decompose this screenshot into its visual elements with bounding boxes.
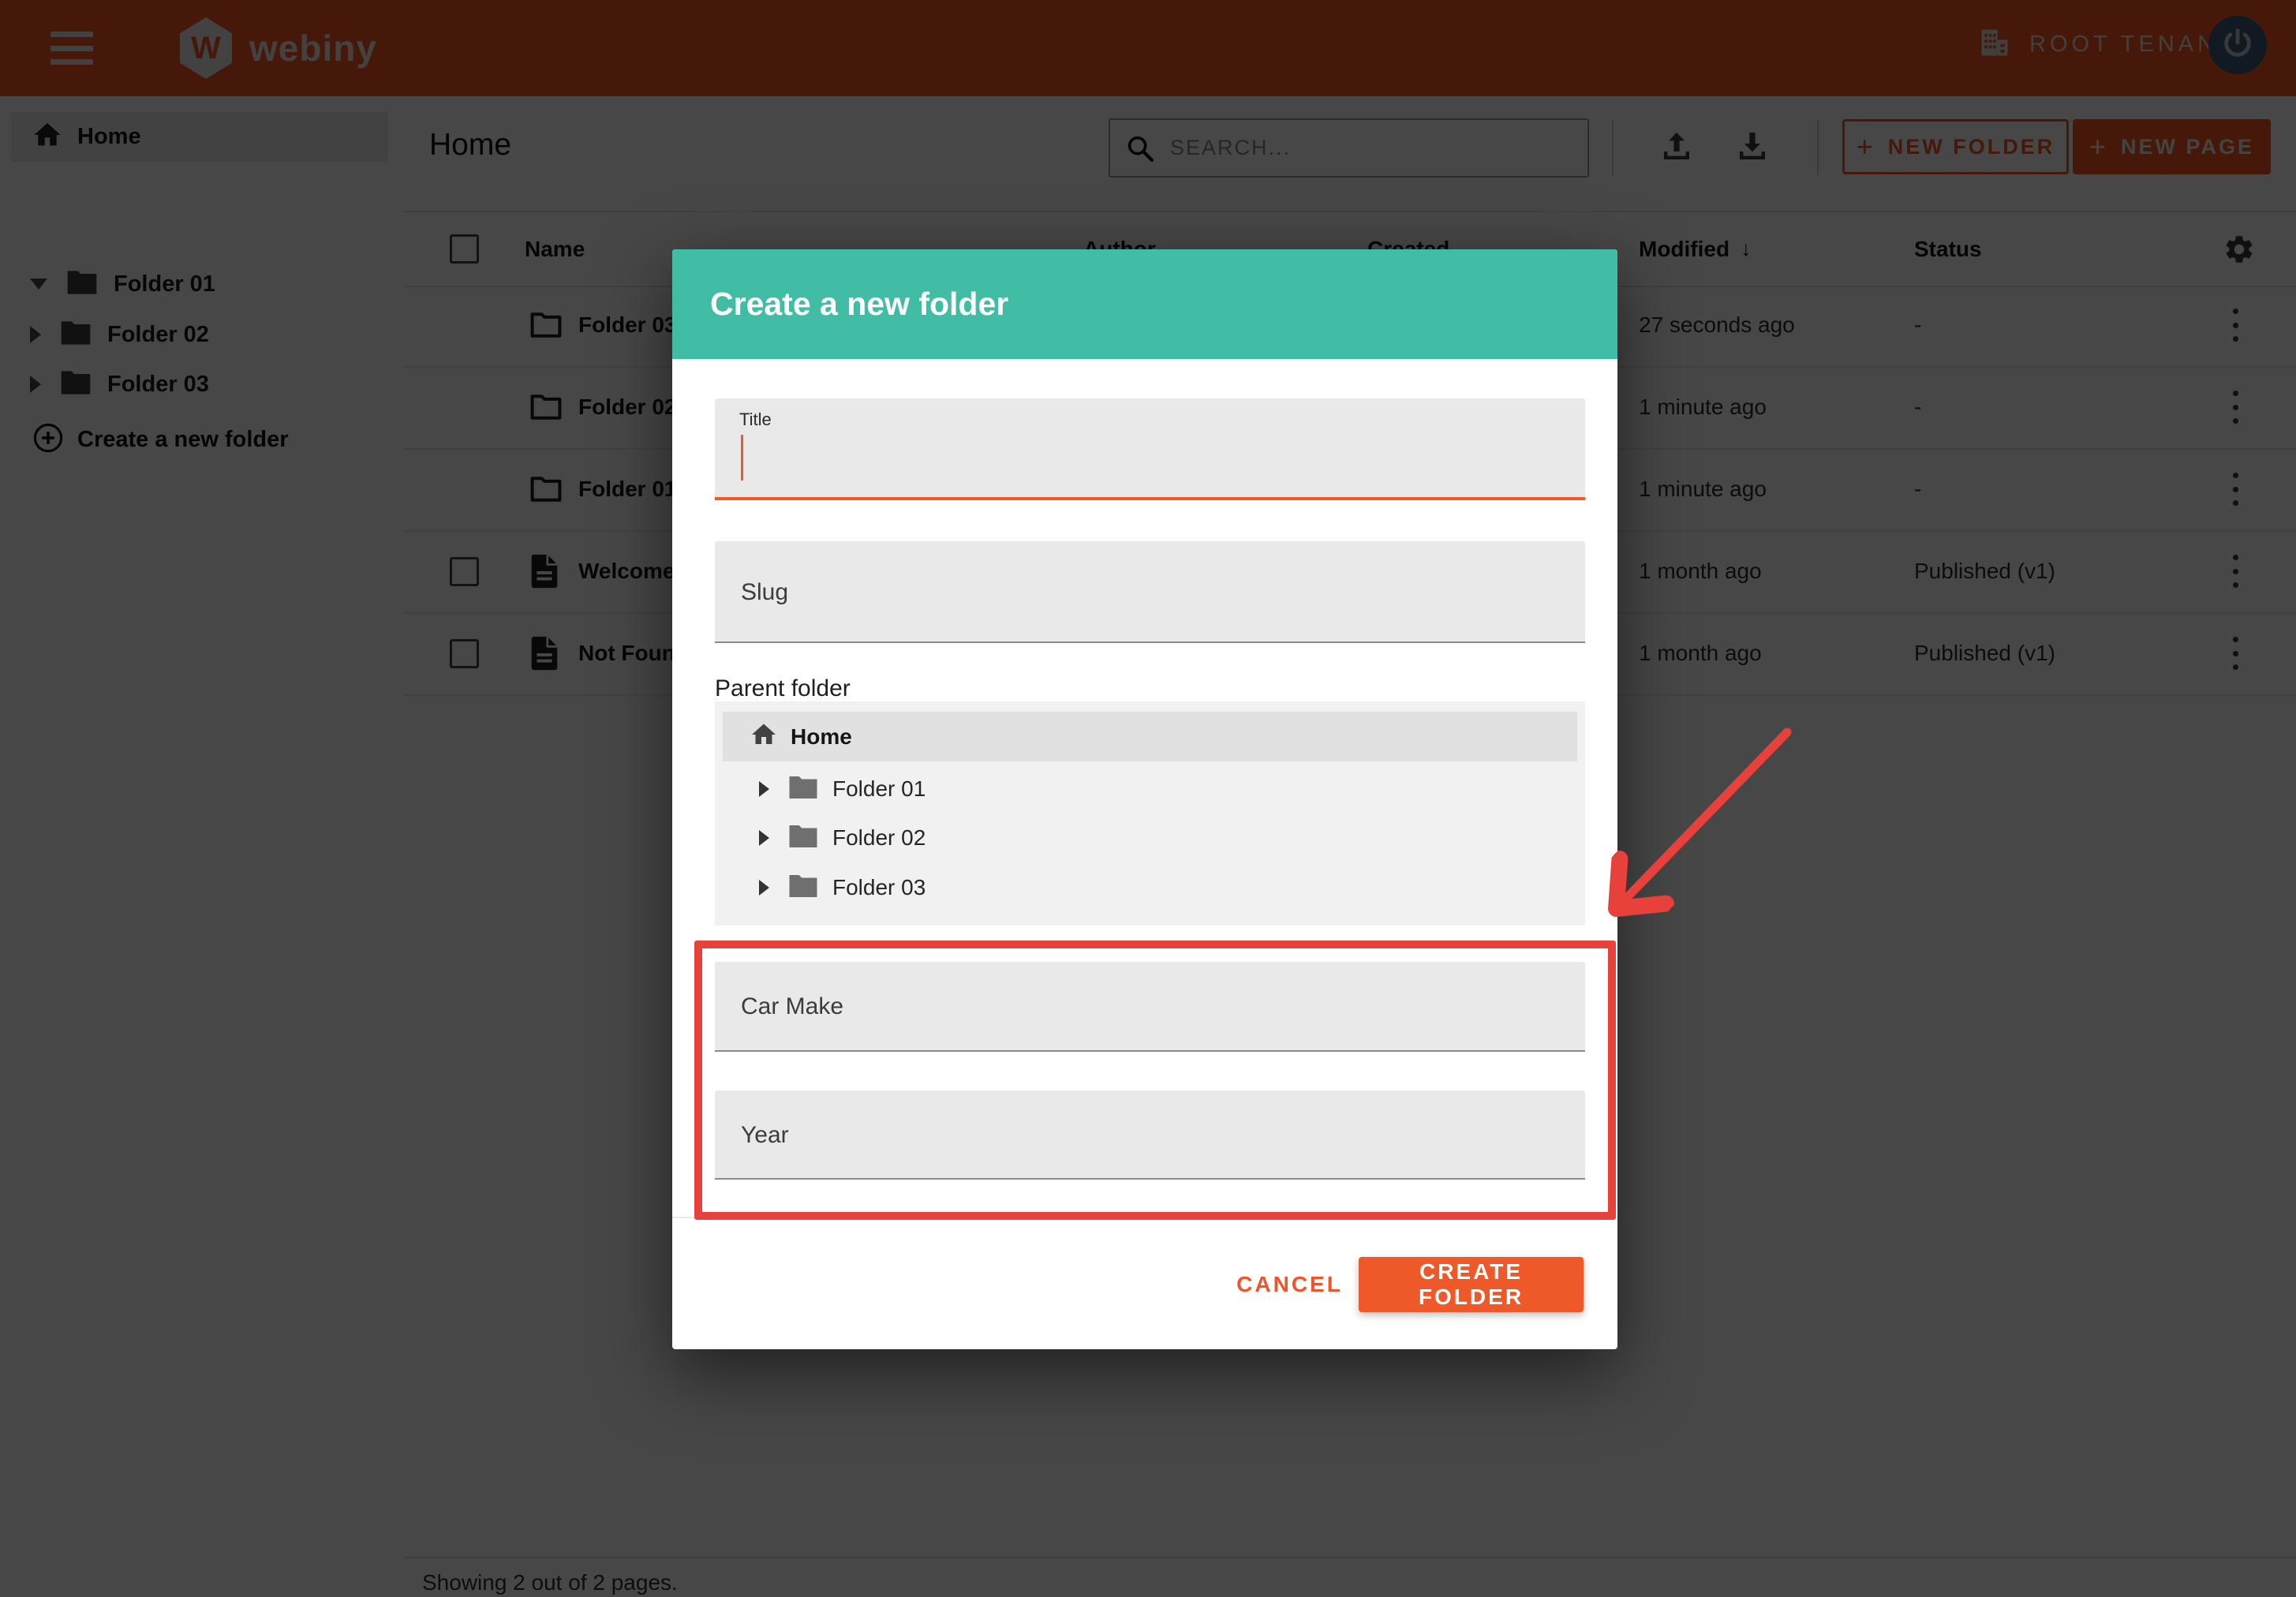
dialog-title: Create a new folder [710,286,1008,323]
create-folder-button[interactable]: CREATE FOLDER [1359,1257,1584,1312]
cancel-button[interactable]: CANCEL [1225,1257,1355,1312]
divider [672,1217,1617,1218]
tree-item-home-selected[interactable]: Home [723,712,1577,761]
year-field[interactable] [715,1090,1585,1180]
create-folder-dialog: Create a new folder Title Parent folder … [672,249,1617,1349]
app-screen: W webiny ROOT TENANT Home Folder 0 [0,0,2296,1597]
folder-icon [787,773,820,806]
home-icon [750,720,778,753]
text-cursor [741,435,743,481]
title-field-label: Title [739,410,772,430]
year-input[interactable] [739,1090,1563,1180]
dialog-header: Create a new folder [672,249,1617,359]
title-field[interactable]: Title [715,398,1585,500]
folder-icon [787,822,820,855]
car-make-field[interactable] [715,962,1585,1052]
folder-icon [787,872,820,904]
parent-folder-label: Parent folder [715,675,851,702]
tree-item-folder-03[interactable]: Folder 03 [715,863,1585,912]
car-make-input[interactable] [739,962,1563,1052]
parent-folder-tree: Home Folder 01 Folder 02 [715,701,1585,926]
tree-item-folder-02[interactable]: Folder 02 [715,813,1585,862]
chevron-right-icon[interactable] [759,880,769,896]
chevron-right-icon[interactable] [759,830,769,846]
chevron-right-icon[interactable] [759,781,769,797]
tree-item-folder-01[interactable]: Folder 01 [715,765,1585,813]
slug-input[interactable] [739,541,1563,643]
slug-field[interactable] [715,541,1585,643]
